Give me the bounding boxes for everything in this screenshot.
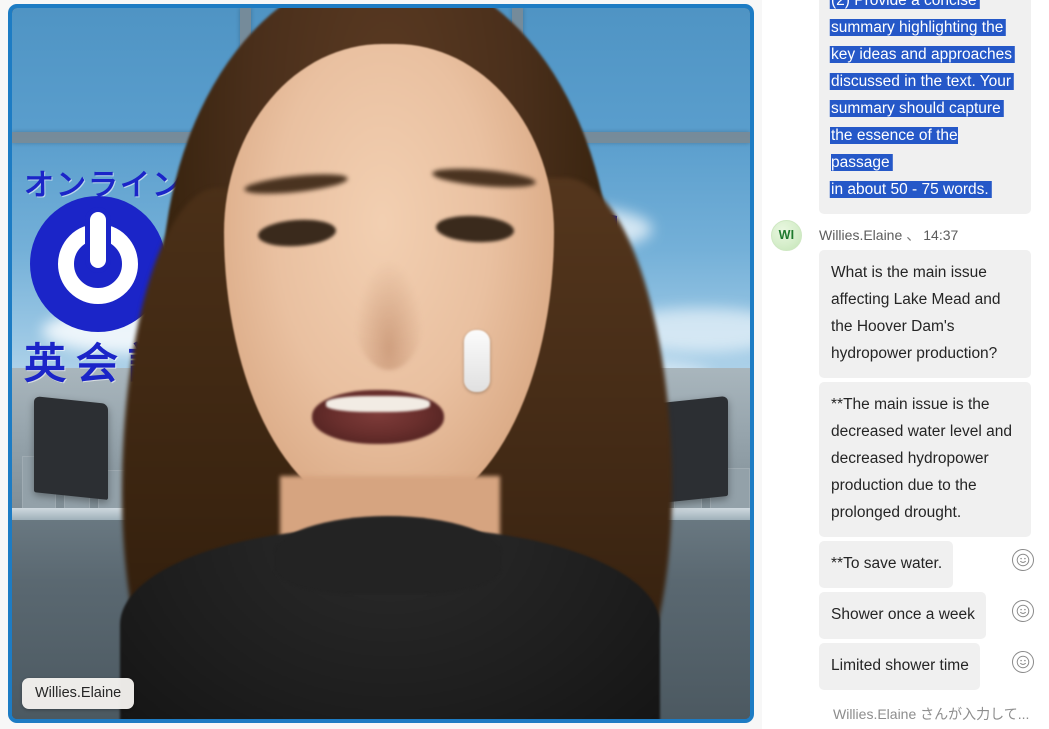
message-meta: Willies.Elaine、 14:37 bbox=[819, 225, 958, 245]
message-group-selected: (2) Provide a concise summary highlighti… bbox=[771, 0, 1040, 214]
sender-name: Willies.Elaine bbox=[819, 227, 903, 243]
message-bubble[interactable]: Shower once a week bbox=[819, 592, 986, 639]
message-bubble[interactable]: **The main issue is the decreased water … bbox=[819, 382, 1031, 537]
message-timestamp: 14:37 bbox=[923, 227, 959, 243]
message-bubble-selected[interactable]: (2) Provide a concise summary highlighti… bbox=[819, 0, 1031, 214]
selected-text-line: the essence of the passage bbox=[831, 127, 958, 171]
message-row: What is the main issue affecting Lake Me… bbox=[771, 250, 1040, 378]
selected-text-line: in about 50 - 75 words. bbox=[831, 181, 989, 198]
selected-text-line: summary should capture bbox=[831, 100, 1001, 117]
participant-video-tile[interactable]: オンライン 英会話 Willies リーズ bbox=[8, 4, 754, 723]
message-group-sender: WI Willies.Elaine、 14:37 What is the main… bbox=[771, 219, 1040, 724]
smiley-icon[interactable] bbox=[1012, 600, 1034, 622]
smiley-icon[interactable] bbox=[1012, 549, 1034, 571]
video-call-window: オンライン 英会話 Willies リーズ bbox=[0, 0, 1049, 729]
message-row: Limited shower time bbox=[771, 643, 1040, 694]
message-row: Shower once a week bbox=[771, 592, 1040, 643]
message-row: **The main issue is the decreased water … bbox=[771, 382, 1040, 537]
earbud-icon bbox=[464, 330, 490, 392]
participant-name-label: Willies.Elaine bbox=[22, 678, 135, 709]
participant-image bbox=[12, 8, 750, 719]
avatar[interactable]: WI bbox=[771, 219, 802, 251]
selected-text-line: summary highlighting the bbox=[831, 19, 1004, 36]
typing-indicator: Willies.Elaine さんが入力して... bbox=[833, 706, 1030, 722]
video-stage: オンライン 英会話 Willies リーズ bbox=[0, 0, 762, 729]
message-row: **To save water. bbox=[771, 541, 1040, 592]
message-header: WI Willies.Elaine、 14:37 bbox=[771, 219, 1040, 251]
message-bubble[interactable]: **To save water. bbox=[819, 541, 954, 588]
selected-text-line: discussed in the text. Your bbox=[831, 73, 1012, 90]
message-bubble[interactable]: What is the main issue affecting Lake Me… bbox=[819, 250, 1031, 378]
smiley-icon[interactable] bbox=[1012, 651, 1034, 673]
message-bubble[interactable]: Limited shower time bbox=[819, 643, 980, 690]
meta-separator: 、 bbox=[906, 227, 921, 243]
selected-text-line: (2) Provide a concise bbox=[831, 0, 977, 9]
chat-panel[interactable]: (2) Provide a concise summary highlighti… bbox=[762, 0, 1049, 729]
selected-text-line: key ideas and approaches bbox=[831, 46, 1012, 63]
